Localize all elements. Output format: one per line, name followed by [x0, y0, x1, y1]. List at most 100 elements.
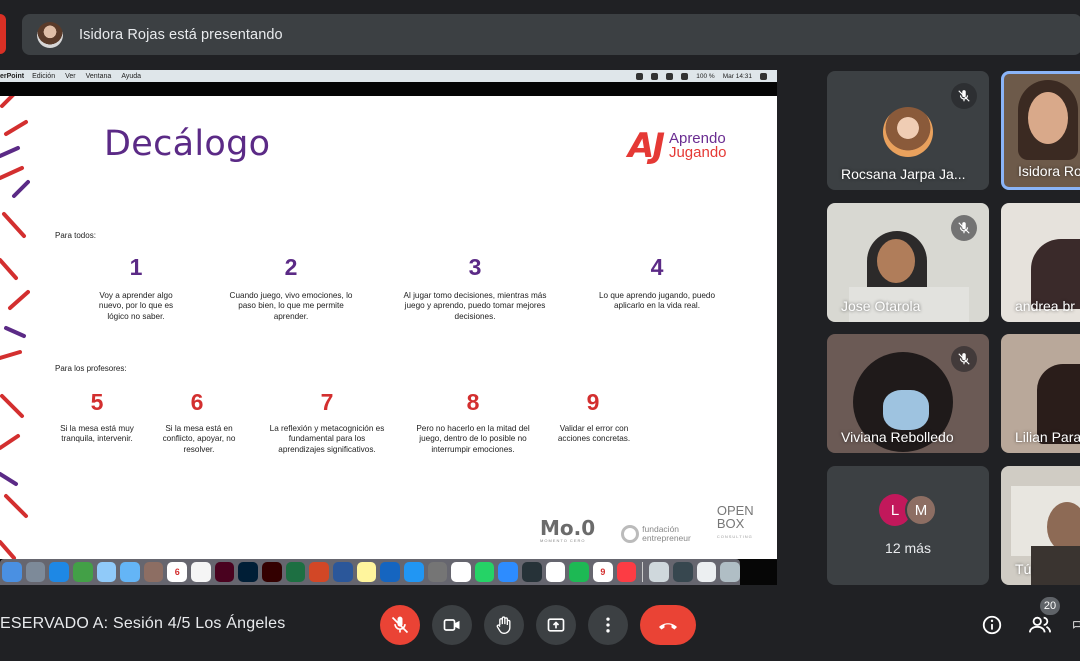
participant-tile[interactable]: Viviana Rebolledo [827, 334, 989, 453]
presenting-text: Isidora Rojas está presentando [79, 26, 283, 43]
status-icon [636, 72, 644, 80]
rule-text: Lo que aprendo jugando, puedo aplicarlo … [598, 291, 716, 311]
participant-face [1047, 502, 1080, 552]
chat-icon [1073, 621, 1080, 629]
wifi-icon [681, 72, 689, 80]
menubar-item: Ayuda [121, 72, 142, 80]
zoom-icon [498, 562, 519, 582]
participant-tile[interactable]: Jose Otarola [827, 203, 989, 322]
momento-cero-mark: Mo.0 [540, 516, 596, 540]
fundacion-circle-icon [621, 525, 640, 543]
fundacion-entrepreneur-logo: fundación entrepreneur [621, 525, 691, 543]
window-icon [649, 562, 669, 582]
rule-number: 7 [320, 389, 334, 415]
rule-number: 1 [129, 254, 143, 280]
rule-number: 8 [466, 389, 480, 415]
presentation-slide: Decálogo AJ Aprendo Jugando Para todos: … [0, 96, 777, 559]
self-tile[interactable]: Tú [1001, 466, 1080, 585]
trash-icon [720, 562, 740, 582]
menubar-item: Ver [65, 72, 76, 80]
dock-separator [642, 562, 644, 582]
mic-off-icon [391, 616, 409, 634]
participant-shirt [1031, 546, 1080, 585]
camera-toggle-button[interactable] [432, 605, 472, 645]
section-label-all: Para todos: [55, 231, 96, 240]
meeting-details-button[interactable] [979, 612, 1005, 638]
hang-up-icon [659, 623, 677, 630]
powerpoint-icon [309, 562, 329, 582]
app-icon [545, 562, 566, 582]
present-screen-button[interactable] [536, 605, 576, 645]
rule-number: 2 [284, 254, 298, 280]
participant-name: Viviana Rebolledo [841, 429, 954, 445]
app-with-badge-icon: 9 [593, 562, 613, 582]
openbox-line2: BOX [716, 516, 745, 531]
participant-name: andrea br [1015, 298, 1075, 314]
openbox-sub: CONSULTING [716, 534, 753, 539]
app-store-icon [403, 562, 424, 582]
fundacion-line2: entrepreneur [642, 533, 691, 543]
slide-letterbox-top [0, 82, 777, 96]
rule-text: La reflexión y metacognición es fundamen… [269, 424, 385, 454]
presenter-avatar [37, 21, 63, 48]
whatsapp-icon [474, 562, 495, 582]
participant-name: Tú [1015, 561, 1032, 577]
partner-logos: Mo.0 MOMENTO CERO fundación entrepreneur… [540, 504, 754, 543]
raise-hand-icon [496, 616, 511, 635]
illustrator-icon [262, 562, 282, 582]
participant-face [1028, 92, 1068, 144]
openbox-logo: OPEN BOX CONSULTING [717, 504, 754, 543]
participant-tile[interactable]: andrea br [1001, 203, 1080, 322]
launchpad-icon [25, 562, 46, 582]
present-screen-icon [547, 618, 565, 632]
people-icon [1029, 616, 1051, 633]
shared-screen: erPoint Edición Ver Ventana Ayuda 100 % … [0, 70, 777, 585]
participant-name: Jose Otarola [841, 298, 921, 314]
menubar-status: 100 % Mar 14:31 [636, 70, 767, 82]
mic-toggle-button[interactable] [380, 605, 420, 645]
participant-tile[interactable]: Lilian Para [1001, 334, 1080, 453]
leave-call-button[interactable] [640, 605, 696, 645]
photos-icon [120, 562, 140, 582]
mic-off-icon [951, 83, 977, 109]
calendar-icon: 6 [167, 562, 188, 582]
word-icon [332, 562, 353, 582]
presenting-indicator [0, 14, 6, 54]
rule-number: 3 [468, 254, 482, 280]
participants-button[interactable] [1027, 612, 1053, 638]
notes-icon [356, 562, 377, 582]
chat-button[interactable] [1072, 612, 1080, 638]
participant-tile-presenter[interactable]: Isidora Ro [1001, 71, 1080, 190]
rule-number: 5 [90, 389, 104, 415]
music-icon [616, 562, 637, 582]
flipboard-icon [380, 562, 400, 582]
excel-icon [285, 562, 306, 582]
battery-percent: 100 % [696, 72, 715, 80]
meeting-title: ESERVADO A: Sesión 4/5 Los Ángeles [0, 615, 286, 632]
maps-icon [96, 562, 117, 582]
more-participants-tile[interactable]: L M 12 más [827, 466, 989, 585]
rule-text: Validar el error con acciones concretas. [557, 424, 631, 444]
status-icon [651, 72, 659, 80]
mic-off-icon [951, 215, 977, 241]
participant-name: Isidora Ro [1018, 163, 1080, 179]
camera-icon [443, 619, 460, 631]
decorative-strokes [0, 96, 30, 559]
raise-hand-button[interactable] [484, 605, 524, 645]
mac-menubar: erPoint Edición Ver Ventana Ayuda 100 % … [0, 70, 777, 82]
app-icon [522, 562, 542, 582]
presenting-banner[interactable]: Isidora Rojas está presentando [22, 14, 1080, 55]
rule-number: 4 [650, 254, 664, 280]
rule-number: 9 [586, 389, 600, 415]
participant-face [877, 239, 915, 283]
spotify-icon [569, 562, 590, 582]
info-icon [982, 615, 1002, 635]
menubar-clock: Mar 14:31 [722, 72, 752, 80]
indesign-icon [214, 562, 235, 582]
participant-tile[interactable]: Rocsana Jarpa Ja... [827, 71, 989, 190]
messages-icon [72, 562, 93, 582]
rule-number: 6 [190, 389, 204, 415]
rule-text: Al jugar tomo decisiones, mientras más j… [403, 291, 547, 321]
system-preferences-icon [427, 562, 448, 582]
more-options-button[interactable] [588, 605, 628, 645]
